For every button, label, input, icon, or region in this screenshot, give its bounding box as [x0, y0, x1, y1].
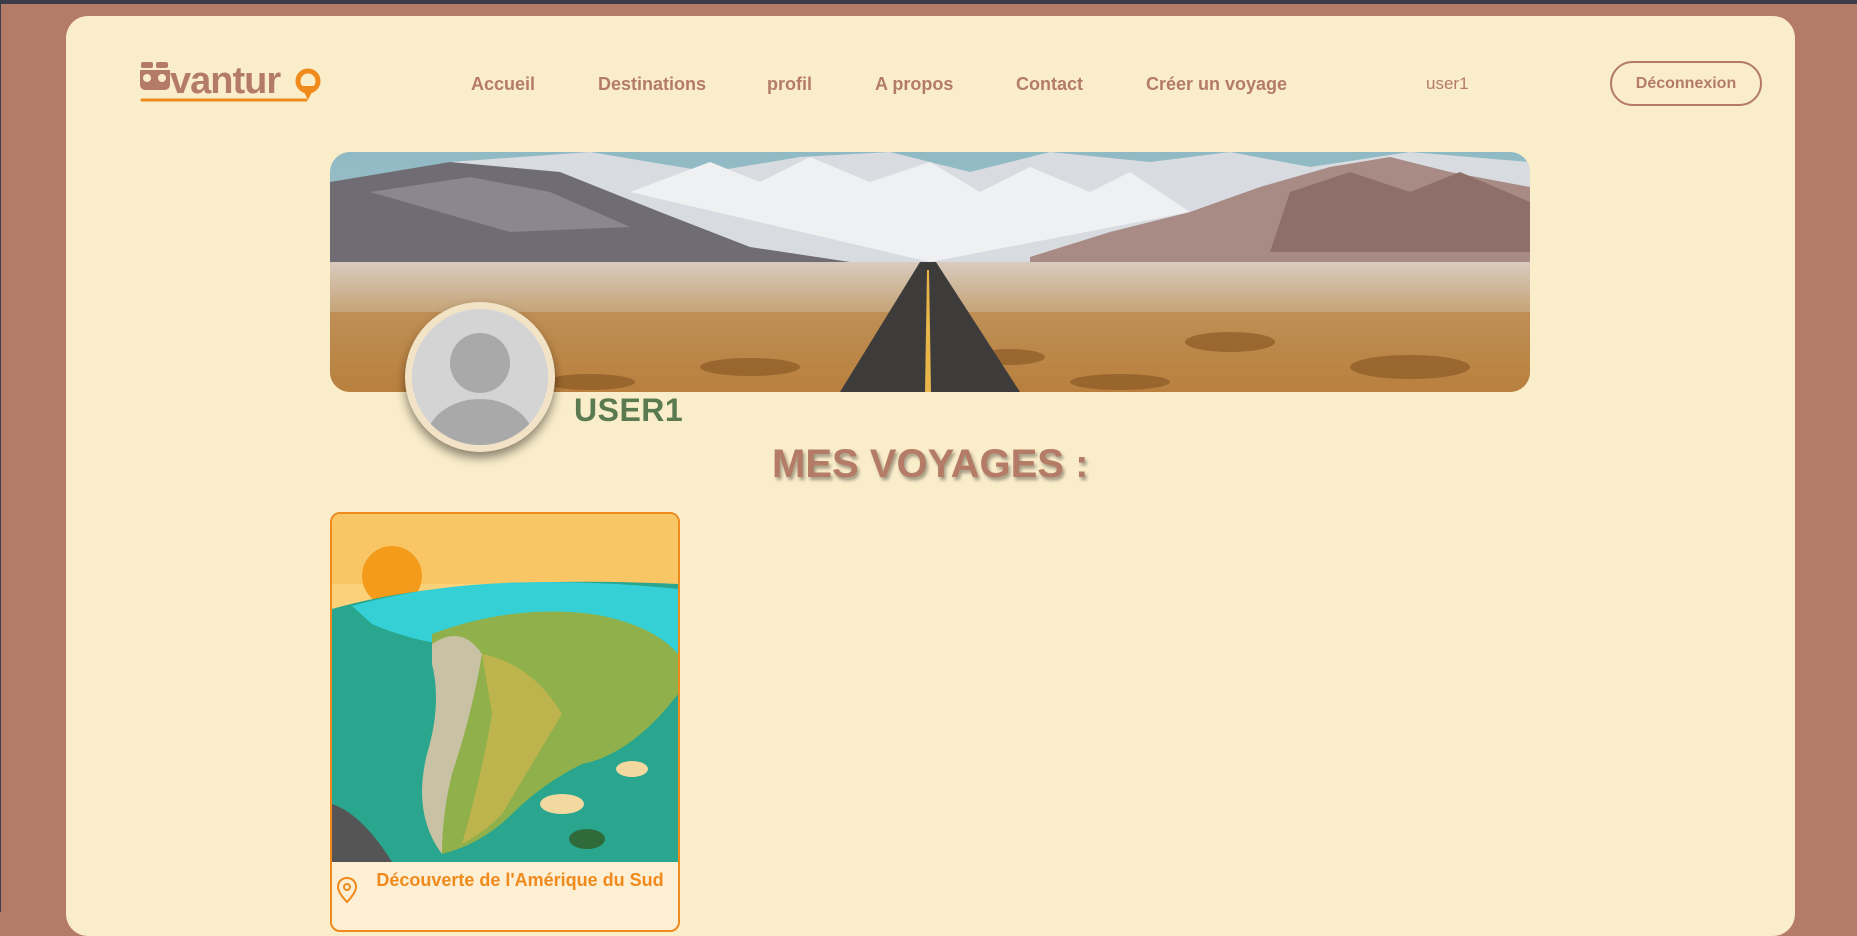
nav-destinations[interactable]: Destinations: [598, 74, 706, 95]
nav-creer-voyage[interactable]: Créer un voyage: [1146, 74, 1287, 95]
svg-text:vantur: vantur: [170, 60, 281, 102]
profile-avatar[interactable]: [405, 302, 555, 452]
trip-title[interactable]: Découverte de l'Amérique du Sud: [372, 870, 668, 891]
trip-map-image: [332, 514, 678, 862]
header-username: user1: [1426, 74, 1469, 93]
profile-username: USER1: [574, 392, 684, 428]
window-top-strip: [0, 0, 1857, 4]
page-container: vantur Accueil Destinations profil A pro…: [66, 16, 1795, 936]
brand-logo[interactable]: vantur: [138, 56, 324, 116]
nav-a-propos[interactable]: A propos: [875, 74, 953, 95]
nav-contact[interactable]: Contact: [1016, 74, 1083, 95]
trip-card[interactable]: Découverte de l'Amérique du Sud: [330, 512, 680, 932]
user-silhouette-icon: [412, 309, 548, 445]
window-left-edge: [0, 0, 1, 912]
nav-profil[interactable]: profil: [767, 74, 812, 95]
section-title: MES VOYAGES :: [772, 442, 1089, 486]
nav-accueil[interactable]: Accueil: [471, 74, 535, 95]
location-pin-icon: [336, 876, 358, 904]
logout-button[interactable]: Déconnexion: [1610, 61, 1762, 106]
